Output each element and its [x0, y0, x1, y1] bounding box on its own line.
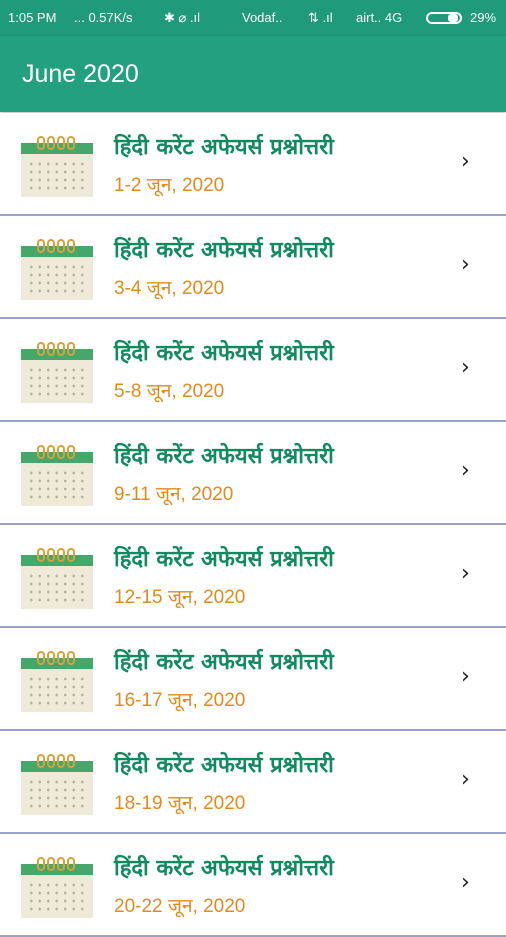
item-title: हिंदी करेंट अफेयर्स प्रश्नोत्तरी [114, 341, 334, 366]
item-date: 1-2 जून, 2020 [114, 175, 225, 196]
item-date: 5-8 जून, 2020 [114, 381, 225, 402]
item-title: हिंदी करेंट अफेयर्स प्रश्नोत्तरी [114, 135, 334, 160]
calendar-icon [21, 341, 93, 403]
item-title: हिंदी करेंट अफेयर्स प्रश्नोत्तरी [114, 444, 334, 469]
list-item[interactable]: हिंदी करेंट अफेयर्स प्रश्नोत्तरी 5-8 जून,… [0, 319, 506, 422]
status-battery: 29% [470, 10, 497, 25]
list-item[interactable]: हिंदी करेंट अफेयर्स प्रश्नोत्तरी 3-4 जून,… [0, 216, 506, 319]
chevron-right-icon: › [461, 252, 470, 277]
chevron-right-icon: › [461, 767, 470, 792]
battery-icon [426, 12, 462, 24]
calendar-icon [21, 444, 93, 506]
item-date: 20-22 जून, 2020 [114, 896, 246, 917]
chevron-right-icon: › [461, 561, 470, 586]
item-date: 18-19 जून, 2020 [114, 793, 246, 814]
page-title: June 2020 [22, 60, 139, 88]
app-toolbar: June 2020 [0, 36, 506, 112]
status-carrier-2: airt.. 4G [356, 10, 403, 25]
list-item[interactable]: हिंदी करेंट अफेयर्स प्रश्नोत्तरी 20-22 जू… [0, 834, 506, 937]
chevron-right-icon: › [461, 149, 470, 174]
status-carrier-1: Vodaf.. [242, 10, 283, 25]
item-title: हिंदी करेंट अफेयर्स प्रश्नोत्तरी [114, 856, 334, 881]
list-item[interactable]: हिंदी करेंट अफेयर्स प्रश्नोत्तरी 18-19 जू… [0, 731, 506, 834]
item-date: 16-17 जून, 2020 [114, 690, 246, 711]
item-title: हिंदी करेंट अफेयर्स प्रश्नोत्तरी [114, 547, 334, 572]
list-item[interactable]: हिंदी करेंट अफेयर्स प्रश्नोत्तरी 16-17 जू… [0, 628, 506, 731]
item-title: हिंदी करेंट अफेयर्स प्रश्नोत्तरी [114, 753, 334, 778]
status-icons: ✱ ⌀ .ıl [164, 10, 201, 25]
status-time: 1:05 PM [8, 10, 57, 25]
calendar-icon [21, 650, 93, 712]
calendar-icon [21, 135, 93, 197]
status-signal: ⇅ .ıl [308, 10, 333, 25]
calendar-icon [21, 238, 93, 300]
chevron-right-icon: › [461, 355, 470, 380]
item-date: 3-4 जून, 2020 [114, 278, 225, 299]
calendar-icon [21, 547, 93, 609]
status-bar: 1:05 PM ... 0.57K/s ✱ ⌀ .ıl Vodaf.. ⇅ .ı… [0, 0, 506, 36]
calendar-icon [21, 753, 93, 815]
list-item[interactable]: हिंदी करेंट अफेयर्स प्रश्नोत्तरी 12-15 जू… [0, 525, 506, 628]
list-item[interactable]: हिंदी करेंट अफेयर्स प्रश्नोत्तरी 1-2 जून,… [0, 113, 506, 216]
chevron-right-icon: › [461, 870, 470, 895]
item-title: हिंदी करेंट अफेयर्स प्रश्नोत्तरी [114, 238, 334, 263]
chevron-right-icon: › [461, 458, 470, 483]
item-date: 9-11 जून, 2020 [114, 484, 234, 505]
item-date: 12-15 जून, 2020 [114, 587, 246, 608]
item-title: हिंदी करेंट अफेयर्स प्रश्नोत्तरी [114, 650, 334, 675]
chevron-right-icon: › [461, 664, 470, 689]
calendar-icon [21, 856, 93, 918]
list-item[interactable]: हिंदी करेंट अफेयर्स प्रश्नोत्तरी 9-11 जून… [0, 422, 506, 525]
status-network-speed: ... 0.57K/s [74, 10, 133, 25]
